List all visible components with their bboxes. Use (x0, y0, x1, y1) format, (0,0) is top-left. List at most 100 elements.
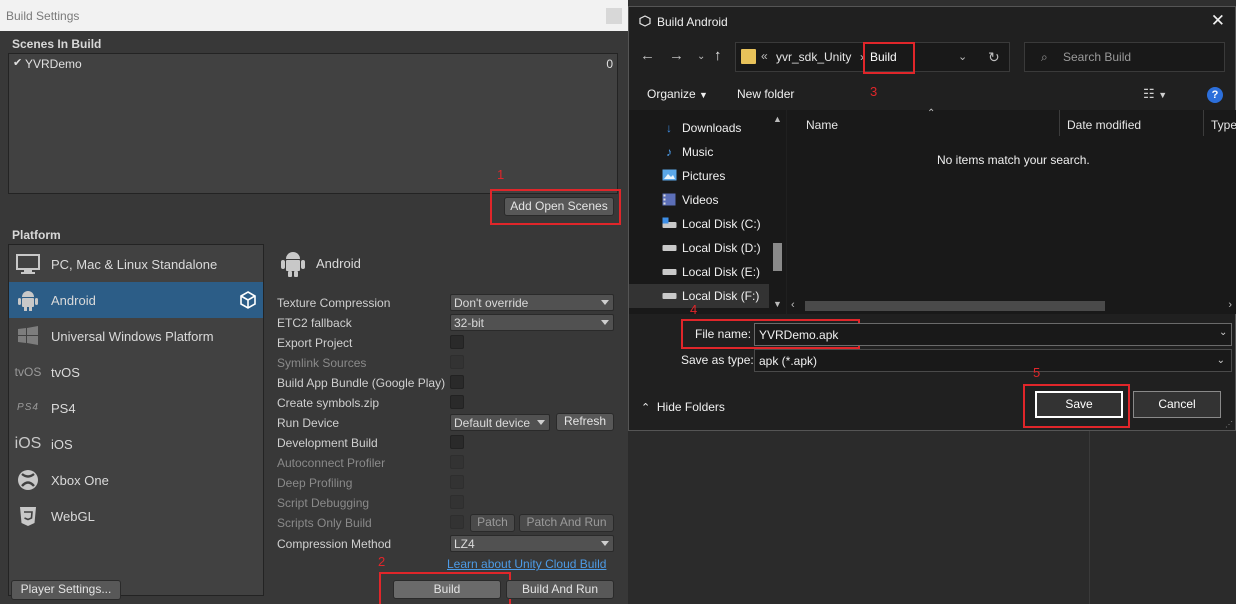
autoconnect-profiler-checkbox[interactable] (450, 455, 464, 469)
patch-button[interactable]: Patch (470, 514, 515, 532)
chevron-down-icon[interactable]: ⌄ (958, 50, 967, 63)
ios-icon: iOS (14, 435, 42, 452)
disk-icon (661, 217, 677, 231)
monitor-icon (15, 252, 41, 276)
back-arrow-icon[interactable]: ← (640, 47, 655, 64)
dropdown-value: 32-bit (454, 316, 485, 330)
platform-item-ps4[interactable]: PS4 PS4 (9, 390, 263, 426)
close-icon[interactable]: ✕ (1211, 11, 1225, 31)
ps4-icon: PS4 (17, 402, 39, 413)
cancel-button[interactable]: Cancel (1133, 391, 1221, 418)
script-debugging-checkbox[interactable] (450, 495, 464, 509)
scrollbar-thumb[interactable] (805, 301, 1105, 311)
texture-compression-dropdown[interactable]: Don't override (450, 294, 614, 311)
compression-method-label: Compression Method (277, 537, 392, 551)
new-folder-button[interactable]: New folder (737, 87, 794, 101)
dropdown-value: LZ4 (454, 537, 475, 551)
file-name-input[interactable] (754, 323, 1232, 346)
build-and-run-button[interactable]: Build And Run (506, 580, 614, 599)
chevron-down-icon (601, 300, 609, 305)
unity-cloud-build-link[interactable]: Learn about Unity Cloud Build (447, 557, 606, 571)
recent-locations-chevron-icon[interactable]: ⌄ (697, 51, 705, 62)
horizontal-scrollbar[interactable]: ‹ › (787, 297, 1236, 314)
column-header-name[interactable]: Name (806, 118, 838, 132)
search-box[interactable]: ⌕ (1024, 42, 1225, 72)
platform-item-xbox-one[interactable]: Xbox One (9, 462, 263, 498)
nav-item-disk-c[interactable]: Local Disk (C:) (629, 212, 769, 236)
platform-item-webgl[interactable]: WebGL (9, 498, 263, 534)
nav-item-disk-d[interactable]: Local Disk (D:) (629, 236, 769, 260)
build-app-bundle-checkbox[interactable] (450, 375, 464, 389)
file-name-label: File name: (695, 327, 752, 341)
create-symbols-checkbox[interactable] (450, 395, 464, 409)
development-build-label: Development Build (277, 436, 378, 450)
export-project-checkbox[interactable] (450, 335, 464, 349)
select-value: apk (*.apk) (759, 354, 818, 368)
refresh-icon[interactable]: ↻ (988, 49, 1000, 66)
add-open-scenes-button[interactable]: Add Open Scenes (504, 197, 614, 216)
save-as-type-select[interactable]: apk (*.apk) ⌄ (754, 349, 1232, 372)
save-button[interactable]: Save (1035, 391, 1123, 418)
nav-item-videos[interactable]: Videos (629, 188, 769, 212)
music-icon: ♪ (666, 145, 672, 159)
background-panel (628, 431, 1236, 604)
save-as-type-label: Save as type: (681, 353, 754, 367)
folder-icon (741, 49, 756, 64)
search-input[interactable] (1063, 50, 1213, 64)
close-icon[interactable] (606, 8, 622, 24)
platform-label-text: Android (51, 293, 96, 308)
etc2-fallback-dropdown[interactable]: 32-bit (450, 314, 614, 331)
refresh-button[interactable]: Refresh (556, 413, 614, 431)
platform-item-tvos[interactable]: tvOS tvOS (9, 354, 263, 390)
build-button[interactable]: Build (393, 580, 501, 599)
nav-item-downloads[interactable]: ↓ Downloads (629, 116, 769, 140)
scripts-only-build-checkbox[interactable] (450, 515, 464, 529)
scrollbar-thumb[interactable] (773, 243, 782, 271)
nav-item-disk-f[interactable]: Local Disk (F:) (629, 284, 769, 308)
platform-item-android[interactable]: Android (9, 282, 263, 318)
nav-item-disk-e[interactable]: Local Disk (E:) (629, 260, 769, 284)
patch-and-run-button[interactable]: Patch And Run (519, 514, 614, 532)
platform-item-ios[interactable]: iOS iOS (9, 426, 263, 462)
list-item[interactable]: ✔ YVRDemo 0 (11, 56, 615, 72)
scroll-left-icon[interactable]: ‹ (791, 299, 795, 311)
scripts-only-build-label: Scripts Only Build (277, 516, 372, 530)
organize-menu[interactable]: Organize ▼ (647, 87, 708, 101)
chevron-down-icon[interactable]: ⌄ (1219, 327, 1227, 338)
scenes-list[interactable]: ✔ YVRDemo 0 (8, 53, 618, 194)
compression-method-dropdown[interactable]: LZ4 (450, 535, 614, 552)
platform-item-pc-mac-linux[interactable]: PC, Mac & Linux Standalone (9, 246, 263, 282)
breadcrumb-item[interactable]: yvr_sdk_Unity (776, 50, 851, 64)
column-header-type[interactable]: Type (1211, 118, 1236, 132)
resize-grip-icon[interactable]: ⋰ (1225, 420, 1233, 429)
up-arrow-icon[interactable]: ↑ (714, 47, 722, 64)
platform-item-uwp[interactable]: Universal Windows Platform (9, 318, 263, 354)
run-device-dropdown[interactable]: Default device (450, 414, 550, 431)
breadcrumb-overflow-icon[interactable]: « (761, 49, 768, 63)
deep-profiling-checkbox[interactable] (450, 475, 464, 489)
forward-arrow-icon[interactable]: → (669, 47, 684, 64)
deep-profiling-label: Deep Profiling (277, 476, 353, 490)
nav-item-pictures[interactable]: Pictures (629, 164, 769, 188)
hide-folders-toggle[interactable]: ⌃ Hide Folders (641, 400, 725, 414)
platform-label-text: WebGL (51, 509, 95, 524)
scroll-down-icon[interactable]: ▼ (773, 299, 782, 309)
symlink-sources-checkbox[interactable] (450, 355, 464, 369)
build-app-bundle-label: Build App Bundle (Google Play) (277, 376, 446, 390)
android-icon (15, 288, 41, 312)
development-build-checkbox[interactable] (450, 435, 464, 449)
column-header-date-modified[interactable]: Date modified (1067, 118, 1141, 132)
organize-label: Organize (647, 87, 696, 101)
dropdown-value: Default device (454, 416, 531, 430)
annotation-number-5: 5 (1033, 365, 1041, 380)
nav-item-music[interactable]: ♪ Music (629, 140, 769, 164)
scroll-up-icon[interactable]: ▲ (773, 114, 782, 124)
checkmark-icon[interactable]: ✔ (13, 56, 22, 69)
view-options-icon[interactable]: ☷ ▼ (1143, 86, 1167, 102)
scroll-right-icon[interactable]: › (1228, 299, 1232, 311)
dropdown-value: Don't override (454, 296, 529, 310)
player-settings-button[interactable]: Player Settings... (11, 580, 121, 600)
help-icon[interactable]: ? (1207, 87, 1223, 103)
nav-item-label: Pictures (682, 169, 726, 183)
nav-scrollbar[interactable]: ▲ ▼ (769, 110, 786, 314)
